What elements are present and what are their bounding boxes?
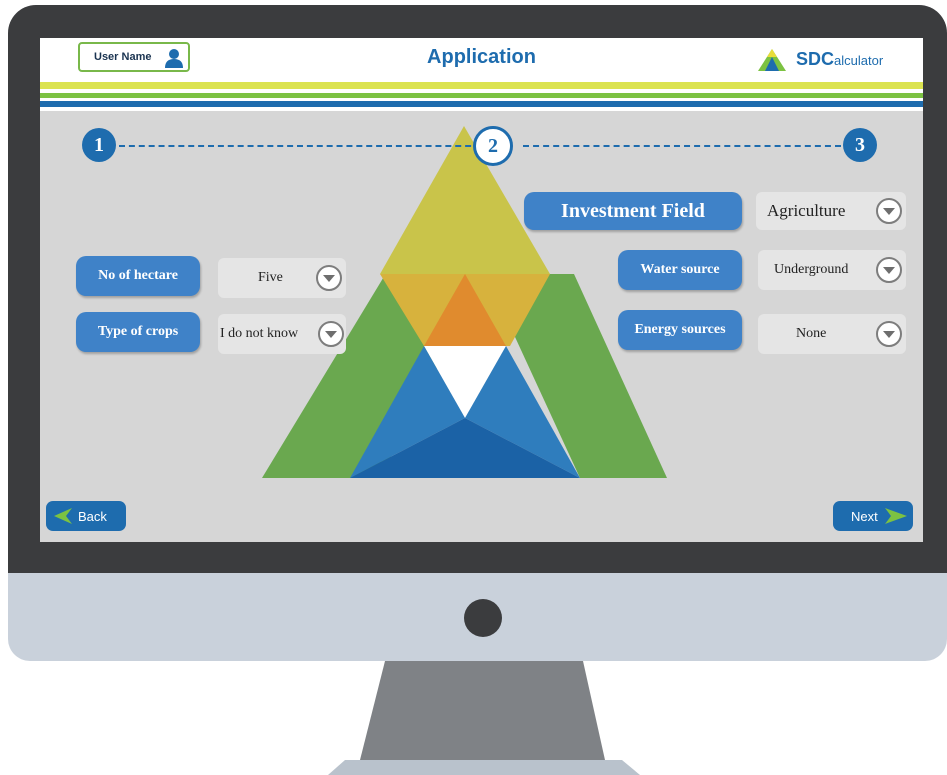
back-button[interactable]: Back: [46, 501, 126, 531]
investment-field-value: Agriculture: [767, 201, 846, 220]
chevron-down-icon[interactable]: [876, 257, 902, 283]
crops-select[interactable]: I do not know: [218, 314, 346, 354]
step-3[interactable]: 3: [843, 128, 877, 162]
crops-value: I do not know: [220, 326, 299, 341]
water-source-select[interactable]: Underground: [758, 250, 906, 290]
energy-sources-select[interactable]: None: [758, 314, 906, 354]
chevron-down-icon[interactable]: [876, 321, 902, 347]
hectare-select[interactable]: Five: [218, 258, 346, 298]
step-connector-1: [119, 145, 481, 147]
investment-field-label: Investment Field: [524, 192, 742, 230]
next-label: Next: [851, 509, 878, 524]
chevron-down-icon[interactable]: [316, 265, 342, 291]
investment-field-select[interactable]: Agriculture: [756, 192, 906, 230]
energy-sources-label: Energy sources: [618, 310, 742, 350]
arrow-right-icon: [885, 508, 907, 524]
water-source-value: Underground: [774, 262, 849, 277]
step-1[interactable]: 1: [82, 128, 116, 162]
water-source-label: Water source: [618, 250, 742, 290]
arrow-left-icon: [54, 508, 72, 524]
camera-dot: [464, 599, 502, 637]
app-screen: User Name Application SDCalculator 1 2 3…: [40, 38, 923, 542]
step-connector-2: [523, 145, 841, 147]
hectare-value: Five: [258, 270, 283, 285]
next-button[interactable]: Next: [833, 501, 913, 531]
energy-sources-value: None: [796, 326, 827, 341]
hectare-label: No of hectare: [76, 256, 200, 296]
chevron-down-icon[interactable]: [876, 198, 902, 224]
crops-label: Type of crops: [76, 312, 200, 352]
step-2-active[interactable]: 2: [473, 126, 513, 166]
chevron-down-icon[interactable]: [318, 321, 344, 347]
back-label: Back: [78, 509, 107, 524]
